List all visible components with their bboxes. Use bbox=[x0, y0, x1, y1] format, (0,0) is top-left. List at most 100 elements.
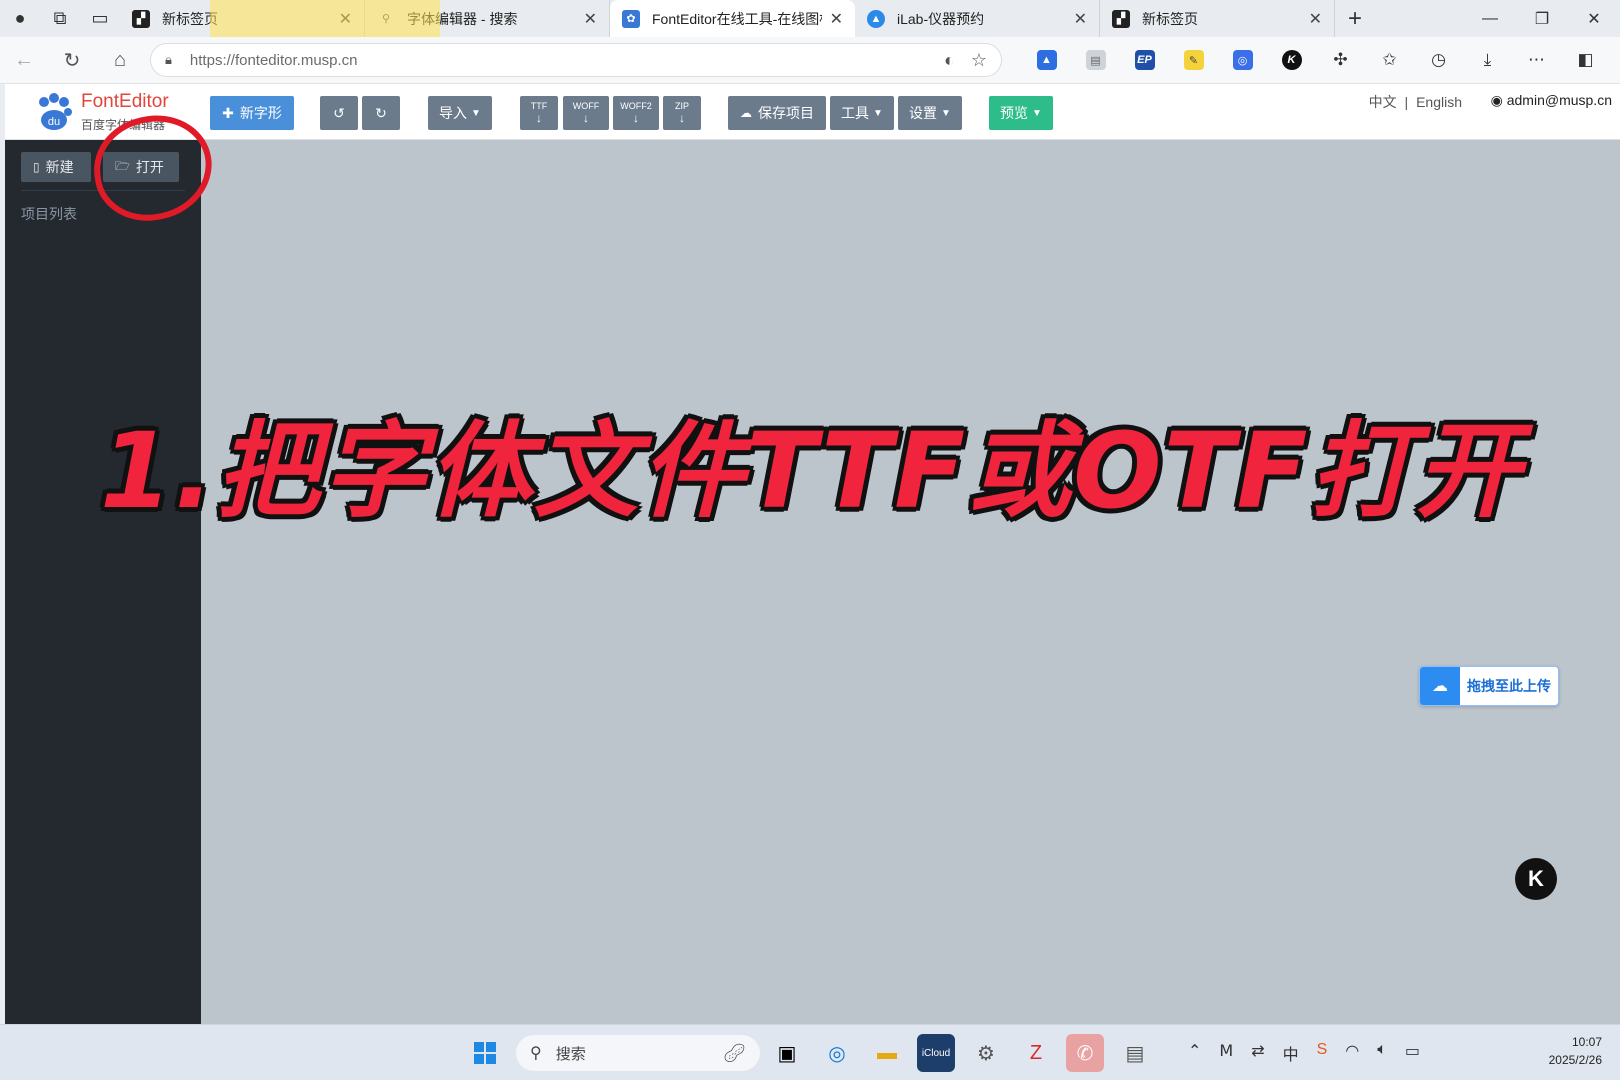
sidebar-toggle-icon[interactable]: ◧ bbox=[1561, 37, 1610, 84]
tab-close-icon[interactable]: ✕ bbox=[1309, 9, 1322, 29]
import-label: 导入 bbox=[439, 105, 468, 121]
tab-actions-icon[interactable]: ▭ bbox=[80, 0, 120, 37]
lang-zh-link[interactable]: 中文 bbox=[1369, 94, 1397, 110]
open-project-button[interactable]: 🗁︎ 打开 bbox=[103, 152, 179, 182]
battery-icon[interactable]: ▭ bbox=[1405, 1041, 1420, 1065]
browser-tab-4[interactable]: ▲ iLab-仪器预约 ✕ bbox=[855, 0, 1100, 37]
export-woff2-button[interactable]: WOFF2 ↓ bbox=[613, 96, 659, 130]
new-project-button[interactable]: ▯ 新建 bbox=[21, 152, 91, 182]
chevron-down-icon: ▼ bbox=[1032, 107, 1042, 119]
extension-ep-icon[interactable]: EP bbox=[1120, 37, 1169, 84]
tray-switch-icon[interactable]: ⇄ bbox=[1251, 1041, 1264, 1065]
clock-time: 10:07 bbox=[1571, 1035, 1602, 1049]
download-arrow-icon: ↓ bbox=[679, 110, 685, 125]
taskbar-search[interactable]: ⚲ 搜索 🥜︎ bbox=[516, 1035, 760, 1071]
browser-tab-1[interactable]: ▞ 新标签页 ✕ bbox=[120, 0, 365, 37]
cloud-save-icon: ☁ bbox=[740, 106, 752, 120]
tools-label: 工具 bbox=[841, 105, 870, 121]
chevron-down-icon: ▼ bbox=[471, 107, 481, 119]
tab-close-icon[interactable]: ✕ bbox=[830, 9, 843, 29]
read-aloud-icon[interactable]: ◐ bbox=[944, 50, 955, 71]
restore-icon[interactable]: ❐ bbox=[1516, 0, 1568, 37]
new-tab-icon[interactable]: + bbox=[1335, 0, 1375, 37]
fonteditor-logo[interactable]: du FontEditor 百度字体编辑器 bbox=[33, 88, 183, 138]
favorites-icon[interactable]: ✩ bbox=[1365, 37, 1414, 84]
close-window-icon[interactable]: ✕ bbox=[1568, 0, 1620, 37]
start-windows-icon[interactable] bbox=[466, 1034, 504, 1072]
window-controls: — ❐ ✕ bbox=[1464, 0, 1620, 37]
collections-icon[interactable]: ⧉ bbox=[40, 0, 80, 37]
paw-favicon-icon: ✿ bbox=[622, 9, 640, 28]
download-arrow-icon: ↓ bbox=[583, 110, 589, 125]
preview-dropdown[interactable]: 预览 ▼ bbox=[989, 96, 1053, 130]
extensions-puzzle-icon[interactable]: ✣ bbox=[1316, 37, 1365, 84]
drag-upload-widget[interactable]: ☁ 拖拽至此上传 bbox=[1419, 666, 1559, 706]
new-project-label: 新建 bbox=[45, 159, 74, 175]
baidu-paw-icon: du bbox=[39, 93, 72, 130]
chevron-down-icon: ▼ bbox=[941, 107, 951, 119]
tab-close-icon[interactable]: ✕ bbox=[339, 9, 352, 29]
browser-tab-5[interactable]: ▞ 新标签页 ✕ bbox=[1100, 0, 1335, 37]
import-dropdown[interactable]: 导入 ▼ bbox=[428, 96, 492, 130]
extension-k-icon[interactable]: K bbox=[1267, 37, 1316, 84]
volume-muted-icon[interactable]: 🔈︎ bbox=[1377, 1041, 1387, 1065]
lock-icon[interactable]: 🔒︎ bbox=[165, 52, 172, 68]
settings-dropdown[interactable]: 设置 ▼ bbox=[898, 96, 962, 130]
new-glyph-button[interactable]: ✚ 新字形 bbox=[210, 96, 294, 130]
tray-app-icon[interactable]: Ⅿ bbox=[1219, 1041, 1233, 1065]
woff2-label: WOFF2 bbox=[620, 100, 652, 111]
back-icon[interactable]: ← bbox=[0, 37, 48, 84]
undo-button[interactable]: ↺ bbox=[320, 96, 358, 130]
user-email: admin@musp.cn bbox=[1506, 92, 1612, 108]
tab-close-icon[interactable]: ✕ bbox=[1074, 9, 1087, 29]
browser-tab-2[interactable]: ⚲ 字体编辑器 - 搜索 ✕ bbox=[365, 0, 610, 37]
folder-open-icon: 🗁︎ bbox=[115, 158, 130, 173]
plus-icon: ✚ bbox=[222, 104, 234, 121]
tray-chevron-up-icon[interactable]: ⌃ bbox=[1188, 1041, 1201, 1065]
tab-title: 字体编辑器 - 搜索 bbox=[407, 10, 518, 27]
extension-blue-icon[interactable]: ▲ bbox=[1022, 37, 1071, 84]
tab-favicon-icon: ▞ bbox=[1112, 9, 1130, 28]
profile-icon[interactable]: ● bbox=[0, 0, 40, 37]
export-zip-button[interactable]: ZIP ↓ bbox=[663, 96, 701, 130]
settings-gear-icon[interactable]: ⚙ bbox=[967, 1034, 1005, 1072]
url-text[interactable]: https://fonteditor.musp.cn bbox=[190, 52, 928, 69]
floating-k-button[interactable]: K bbox=[1515, 858, 1557, 900]
system-tray: ⌃ Ⅿ ⇄ 中 S ◠ 🔈︎ ▭ bbox=[1188, 1041, 1420, 1065]
ime-indicator[interactable]: 中 bbox=[1283, 1041, 1299, 1065]
task-view-icon[interactable]: ▣ bbox=[768, 1034, 806, 1072]
downloads-icon[interactable]: ⤓ bbox=[1463, 37, 1512, 84]
export-woff-button[interactable]: WOFF ↓ bbox=[563, 96, 609, 130]
extensions-bar: ▲ ▤ EP ✎ ◎ K ✣ ✩ ◷ ⤓ ⋯ ◧ bbox=[1022, 37, 1610, 84]
extension-pen-icon[interactable]: ✎ bbox=[1169, 37, 1218, 84]
tray-sogou-icon[interactable]: S bbox=[1317, 1041, 1328, 1065]
redo-button[interactable]: ↻ bbox=[362, 96, 400, 130]
favorite-star-icon[interactable]: ☆ bbox=[971, 50, 987, 71]
browser-addressbar: ← ↻ ⌂ 🔒︎ https://fonteditor.musp.cn ◐ ☆ … bbox=[0, 37, 1620, 84]
tools-dropdown[interactable]: 工具 ▼ bbox=[830, 96, 894, 130]
wechat-icon[interactable]: ✆ bbox=[1066, 1034, 1104, 1072]
user-account[interactable]: ◉ admin@musp.cn bbox=[1491, 92, 1612, 109]
extension-doc-icon[interactable]: ▤ bbox=[1071, 37, 1120, 84]
app-misc-icon[interactable]: ▤ bbox=[1116, 1034, 1154, 1072]
minimize-icon[interactable]: — bbox=[1464, 0, 1516, 37]
lang-en-link[interactable]: English bbox=[1416, 94, 1462, 110]
icloud-icon[interactable]: iCloud bbox=[917, 1034, 955, 1072]
url-bar[interactable]: 🔒︎ https://fonteditor.musp.cn ◐ ☆ bbox=[150, 43, 1002, 77]
logo-title: FontEditor bbox=[81, 91, 169, 112]
home-icon[interactable]: ⌂ bbox=[96, 37, 144, 84]
wifi-icon[interactable]: ◠ bbox=[1345, 1041, 1359, 1065]
search-favicon-icon: ⚲ bbox=[381, 13, 391, 25]
browser-tab-3-active[interactable]: ✿ FontEditor在线工具-在线图标 ✕ bbox=[610, 0, 855, 37]
tab-close-icon[interactable]: ✕ bbox=[584, 9, 597, 29]
extension-screenshot-icon[interactable]: ◎ bbox=[1218, 37, 1267, 84]
edge-browser-icon[interactable]: ◎ bbox=[818, 1034, 856, 1072]
refresh-icon[interactable]: ↻ bbox=[48, 37, 96, 84]
taskbar-clock[interactable]: 10:07 2025/2/26 bbox=[1549, 1033, 1602, 1069]
export-ttf-button[interactable]: TTF ↓ bbox=[520, 96, 558, 130]
more-menu-icon[interactable]: ⋯ bbox=[1512, 37, 1561, 84]
filezilla-icon[interactable]: Z bbox=[1017, 1034, 1055, 1072]
save-project-button[interactable]: ☁ 保存项目 bbox=[728, 96, 826, 130]
file-explorer-icon[interactable]: ▬ bbox=[868, 1034, 906, 1072]
history-icon[interactable]: ◷ bbox=[1414, 37, 1463, 84]
